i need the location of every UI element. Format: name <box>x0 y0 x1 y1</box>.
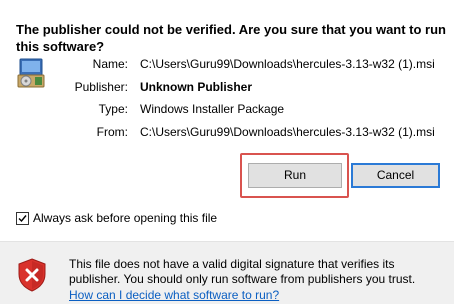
dialog-heading: The publisher could not be verified. Are… <box>16 22 447 54</box>
unsigned-warning-text: This file does not have a valid digital … <box>69 257 416 286</box>
run-button[interactable]: Run <box>248 163 342 188</box>
publisher-label: Publisher: <box>74 80 128 94</box>
name-label: Name: <box>92 57 128 71</box>
type-label: Type: <box>98 102 128 116</box>
always-ask-checkbox[interactable] <box>16 212 29 225</box>
help-link[interactable]: How can I decide what software to run? <box>69 288 279 302</box>
checkmark-icon <box>18 215 27 223</box>
always-ask-label[interactable]: Always ask before opening this file <box>33 211 217 226</box>
from-value: C:\Users\Guru99\Downloads\hercules-3.13-… <box>140 125 435 139</box>
from-label: From: <box>96 125 128 139</box>
name-value: C:\Users\Guru99\Downloads\hercules-3.13-… <box>140 57 435 71</box>
security-shield-icon <box>17 258 47 292</box>
publisher-value: Unknown Publisher <box>140 80 253 94</box>
type-value: Windows Installer Package <box>140 102 285 116</box>
cancel-button[interactable]: Cancel <box>351 163 440 188</box>
security-warning-dialog: The publisher could not be verified. Are… <box>0 0 454 304</box>
